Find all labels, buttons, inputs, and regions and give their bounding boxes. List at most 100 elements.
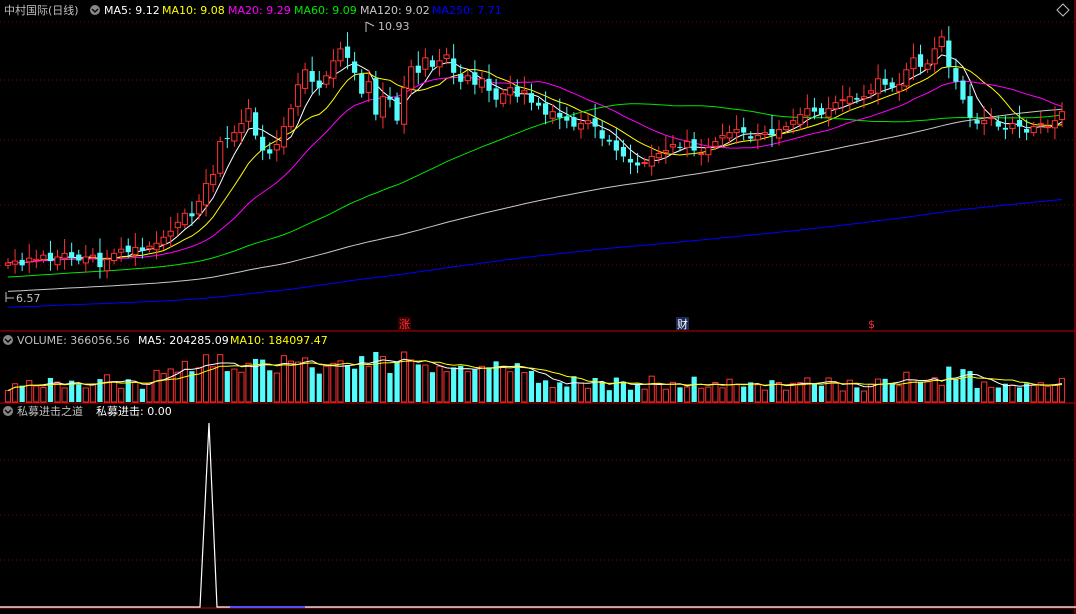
candle [394,92,400,125]
volume-bar [408,359,415,403]
volume-bar [514,363,520,402]
volume-bar [705,386,712,403]
volume-bar [627,389,634,402]
volume-bar [903,371,910,403]
volume-bar [677,387,683,402]
volume-bar [748,382,754,402]
volume-bar [1030,384,1037,403]
volume-bar [818,385,825,402]
volume-bar [139,388,146,402]
volume-bar [1058,377,1066,403]
volume-bar [323,365,330,403]
volume-bar [832,382,839,403]
volume-ma5: MA5: 204285.09 [138,334,229,347]
volume-bar [436,365,443,403]
volume-bar [181,360,188,403]
volume-bar [337,360,344,403]
candle [373,71,379,121]
volume-bar [974,387,980,402]
volume-bar [472,369,478,402]
volume-bar [486,367,492,402]
volume-bar [967,371,973,402]
volume-bar [860,390,868,403]
volume-bar [804,377,811,403]
volume-bar [719,387,726,403]
volume-bar [953,379,959,402]
volume-bar [924,380,931,403]
volume-bar [33,385,40,403]
volume-bar [82,387,89,403]
volume-bar [19,385,25,402]
volume-bar [1002,383,1009,402]
volume-bar [634,383,641,402]
volume-bar [167,368,174,403]
volume-bar [260,359,266,402]
volume-bar [620,381,627,402]
collapse-icon[interactable] [3,335,13,345]
volume-bar [691,376,697,402]
event-marker-finance[interactable]: 财 [676,317,689,331]
volume-bar [429,372,436,402]
volume-bar [1044,385,1051,403]
volume-bar [543,380,549,402]
volume-panel-header: VOLUME: 366056.56 MA5: 204285.09 MA10: 1… [3,334,328,347]
volume-bar [365,365,372,403]
indicator-ma250: MA250: 7.71 [432,4,502,17]
low-price-label: 6.57 [16,292,41,305]
volume-bar [202,354,210,403]
collapse-icon[interactable] [90,5,100,15]
volume-bar [669,381,677,403]
volume-bar [889,382,895,402]
volume-bar [882,378,888,402]
volume-bar [40,386,47,403]
volume-bar [896,385,903,403]
volume-bar [330,362,337,403]
volume-bar [500,365,507,403]
volume-bar [1016,387,1023,402]
volume-bar [451,367,457,402]
volume-bar [931,377,938,403]
volume-bar [1051,384,1059,403]
volume-bar [854,387,860,402]
volume-bar [111,381,118,403]
volume-bar [606,390,612,402]
indicator-title: 私募进击之道 [17,404,83,418]
indicator-ma5: MA5: 9.12 [104,4,160,17]
event-marker-rise[interactable]: 涨 [398,317,411,331]
volume-bar [280,355,287,403]
volume-bar [960,369,966,402]
volume-bar [790,382,797,403]
volume-bar [917,382,924,402]
volume-bar [294,361,302,403]
volume-bar [146,382,153,403]
volume-bar [783,389,790,403]
volume-bar [698,387,705,403]
volume-bar [811,383,818,402]
volume-bar [302,357,309,403]
volume-bar [761,389,768,403]
event-marker-dividend[interactable]: $ [866,317,877,331]
volume-bar [521,372,528,403]
volume-bar [11,383,19,403]
volume-bar [507,371,514,403]
volume-bar [224,371,230,402]
volume-bar [938,384,945,403]
volume-bar [648,375,655,403]
volume-bar [662,388,669,403]
volume-bar [238,371,245,403]
volume-bar [103,374,111,403]
collapse-icon[interactable] [3,406,13,416]
volume-bar [231,368,238,403]
volume-bar [769,380,775,402]
event-marker-dividend-label: $ [868,318,875,331]
volume-bar [344,365,351,402]
volume-bar [741,386,747,402]
volume-bar [733,384,740,403]
volume-bar [641,388,648,403]
candle [252,107,259,140]
volume-bar [174,371,181,403]
volume-bar [4,390,12,403]
volume-bar [797,382,804,403]
volume-bar [599,381,605,402]
indicator-ma60: MA60: 9.09 [294,4,357,17]
